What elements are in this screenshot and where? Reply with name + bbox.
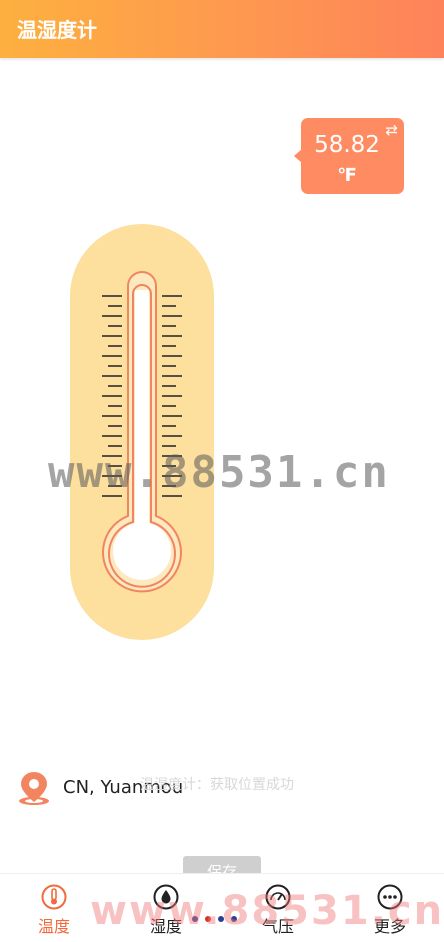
- page-title: 温湿度计: [17, 18, 97, 42]
- temperature-value: 58.82: [314, 132, 380, 158]
- temperature-readout[interactable]: ⇄ 58.82 ℉: [294, 118, 404, 194]
- thermometer-icon: [41, 884, 67, 910]
- toast-message: 温湿度计：获取位置成功: [140, 777, 294, 793]
- thermometer-graphic: [70, 224, 214, 640]
- watermark-bottom: www.88531.cn: [90, 888, 444, 934]
- app-bar: 温湿度计: [0, 0, 444, 58]
- watermark: www.88531.cn: [48, 447, 390, 498]
- temperature-unit: ℉: [337, 165, 357, 186]
- tab-label: 温度: [37, 917, 70, 936]
- location-pin-icon: [17, 770, 51, 806]
- tab-temperature[interactable]: 温度: [14, 884, 94, 937]
